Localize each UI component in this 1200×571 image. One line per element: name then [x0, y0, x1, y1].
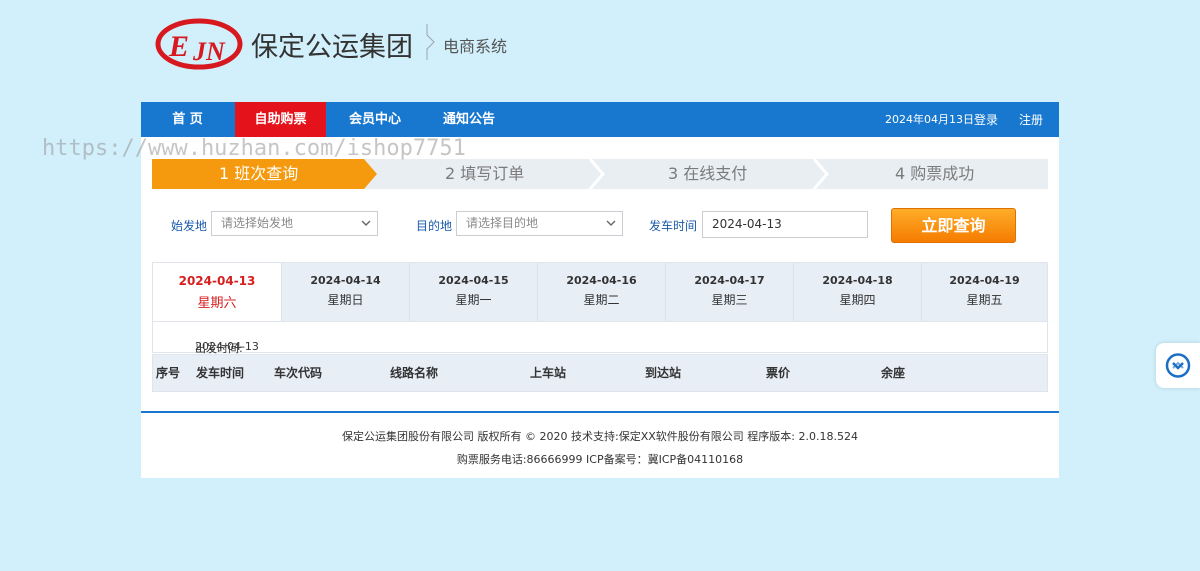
- origin-select[interactable]: 请选择始发地: [211, 211, 378, 236]
- departure-info: 出发时间: 2024-04-13: [152, 322, 1048, 355]
- date-tab-weekday: 星期日: [327, 293, 364, 307]
- destination-label: 目的地: [416, 219, 453, 233]
- progress-steps: 1 班次查询 2 填写订单 3 在线支付 4 购票成功: [152, 159, 1048, 189]
- subsystem-name: 电商系统: [443, 37, 508, 56]
- watermark-text: https://www.huzhan.com/ishop7751: [42, 136, 466, 161]
- date-tab-3[interactable]: 2024-04-16 星期二: [537, 263, 665, 321]
- date-tab-5[interactable]: 2024-04-18 星期四: [793, 263, 921, 321]
- current-date: 2024年04月13日: [885, 113, 974, 126]
- date-tab-date: 2024-04-14: [310, 274, 381, 287]
- date-value: 2024-04-13: [712, 217, 782, 231]
- origin-placeholder: 请选择始发地: [221, 216, 294, 230]
- date-tab-date: 2024-04-16: [566, 274, 637, 287]
- schedule-table-header: 序号 发车时间 车次代码 线路名称 上车站 到达站 票价 余座: [152, 354, 1048, 392]
- date-tab-weekday: 星期六: [197, 296, 237, 311]
- login-link[interactable]: 登录: [974, 102, 998, 137]
- destination-placeholder: 请选择目的地: [466, 216, 539, 230]
- header-divider: [426, 24, 435, 60]
- date-tab-date: 2024-04-13: [178, 274, 256, 288]
- step-2: 2 填写订单: [445, 164, 525, 183]
- origin-label: 始发地: [171, 219, 208, 233]
- chevron-down-icon: [606, 220, 616, 226]
- col-seats-left: 余座: [881, 366, 906, 380]
- date-tab-date: 2024-04-15: [438, 274, 509, 287]
- date-tab-0[interactable]: 2024-04-13 星期六: [153, 263, 281, 321]
- nav-bar: 首 页 自助购票 会员中心 通知公告 2024年04月13日 登录 注册: [141, 102, 1059, 137]
- date-tab-4[interactable]: 2024-04-17 星期三: [665, 263, 793, 321]
- chevron-down-icon: [361, 220, 371, 226]
- register-link[interactable]: 注册: [1019, 102, 1043, 137]
- step-4: 4 购票成功: [895, 164, 975, 183]
- step-1: 1 班次查询: [219, 164, 299, 183]
- date-tab-date: 2024-04-18: [822, 274, 893, 287]
- date-tab-date: 2024-04-17: [694, 274, 765, 287]
- date-input[interactable]: 2024-04-13: [702, 211, 868, 238]
- col-price: 票价: [766, 366, 791, 380]
- date-tab-weekday: 星期五: [966, 293, 1003, 307]
- nav-member-center[interactable]: 会员中心: [329, 102, 421, 137]
- col-route-name: 线路名称: [390, 366, 439, 380]
- nav-home[interactable]: 首 页: [141, 102, 234, 137]
- date-tab-weekday: 星期一: [455, 293, 492, 307]
- date-tab-2[interactable]: 2024-04-15 星期一: [409, 263, 537, 321]
- side-service-widget[interactable]: [1156, 343, 1200, 388]
- search-button[interactable]: 立即查询: [891, 208, 1016, 243]
- date-tab-weekday: 星期四: [839, 293, 876, 307]
- step-3: 3 在线支付: [668, 164, 748, 183]
- col-depart-time: 发车时间: [196, 366, 245, 380]
- date-tab-weekday: 星期二: [583, 293, 620, 307]
- contact-line: 购票服务电话:86666999 ICP备案号：冀ICP备04110168: [456, 453, 744, 466]
- customer-service-icon: [1165, 353, 1191, 378]
- departure-value: 2024-04-13: [195, 340, 259, 353]
- svg-text:JN: JN: [192, 37, 226, 66]
- copyright-line: 保定公运集团股份有限公司 版权所有 © 2020 技术支持:保定XX软件股份有限…: [342, 430, 858, 443]
- site-footer: 保定公运集团股份有限公司 版权所有 © 2020 技术支持:保定XX软件股份有限…: [141, 411, 1059, 478]
- nav-notices[interactable]: 通知公告: [423, 102, 515, 137]
- destination-select[interactable]: 请选择目的地: [456, 211, 623, 236]
- date-tabs: 2024-04-13 星期六 2024-04-14 星期日 2024-04-15…: [152, 262, 1048, 322]
- date-label: 发车时间: [649, 219, 698, 233]
- col-arrival-station: 到达站: [645, 366, 682, 380]
- date-tab-6[interactable]: 2024-04-19 星期五: [921, 263, 1047, 321]
- date-tab-1[interactable]: 2024-04-14 星期日: [281, 263, 409, 321]
- col-boarding-station: 上车站: [530, 366, 567, 380]
- col-trip-code: 车次代码: [274, 366, 323, 380]
- svg-text:E: E: [168, 30, 189, 63]
- site-header: E JN 保定公运集团 电商系统: [155, 14, 575, 74]
- date-tab-weekday: 星期三: [711, 293, 748, 307]
- nav-self-ticketing[interactable]: 自助购票: [235, 102, 326, 137]
- date-tab-date: 2024-04-19: [949, 274, 1020, 287]
- company-name: 保定公运集团: [251, 32, 413, 63]
- company-logo-icon: E JN: [155, 18, 243, 70]
- col-index: 序号: [156, 366, 181, 380]
